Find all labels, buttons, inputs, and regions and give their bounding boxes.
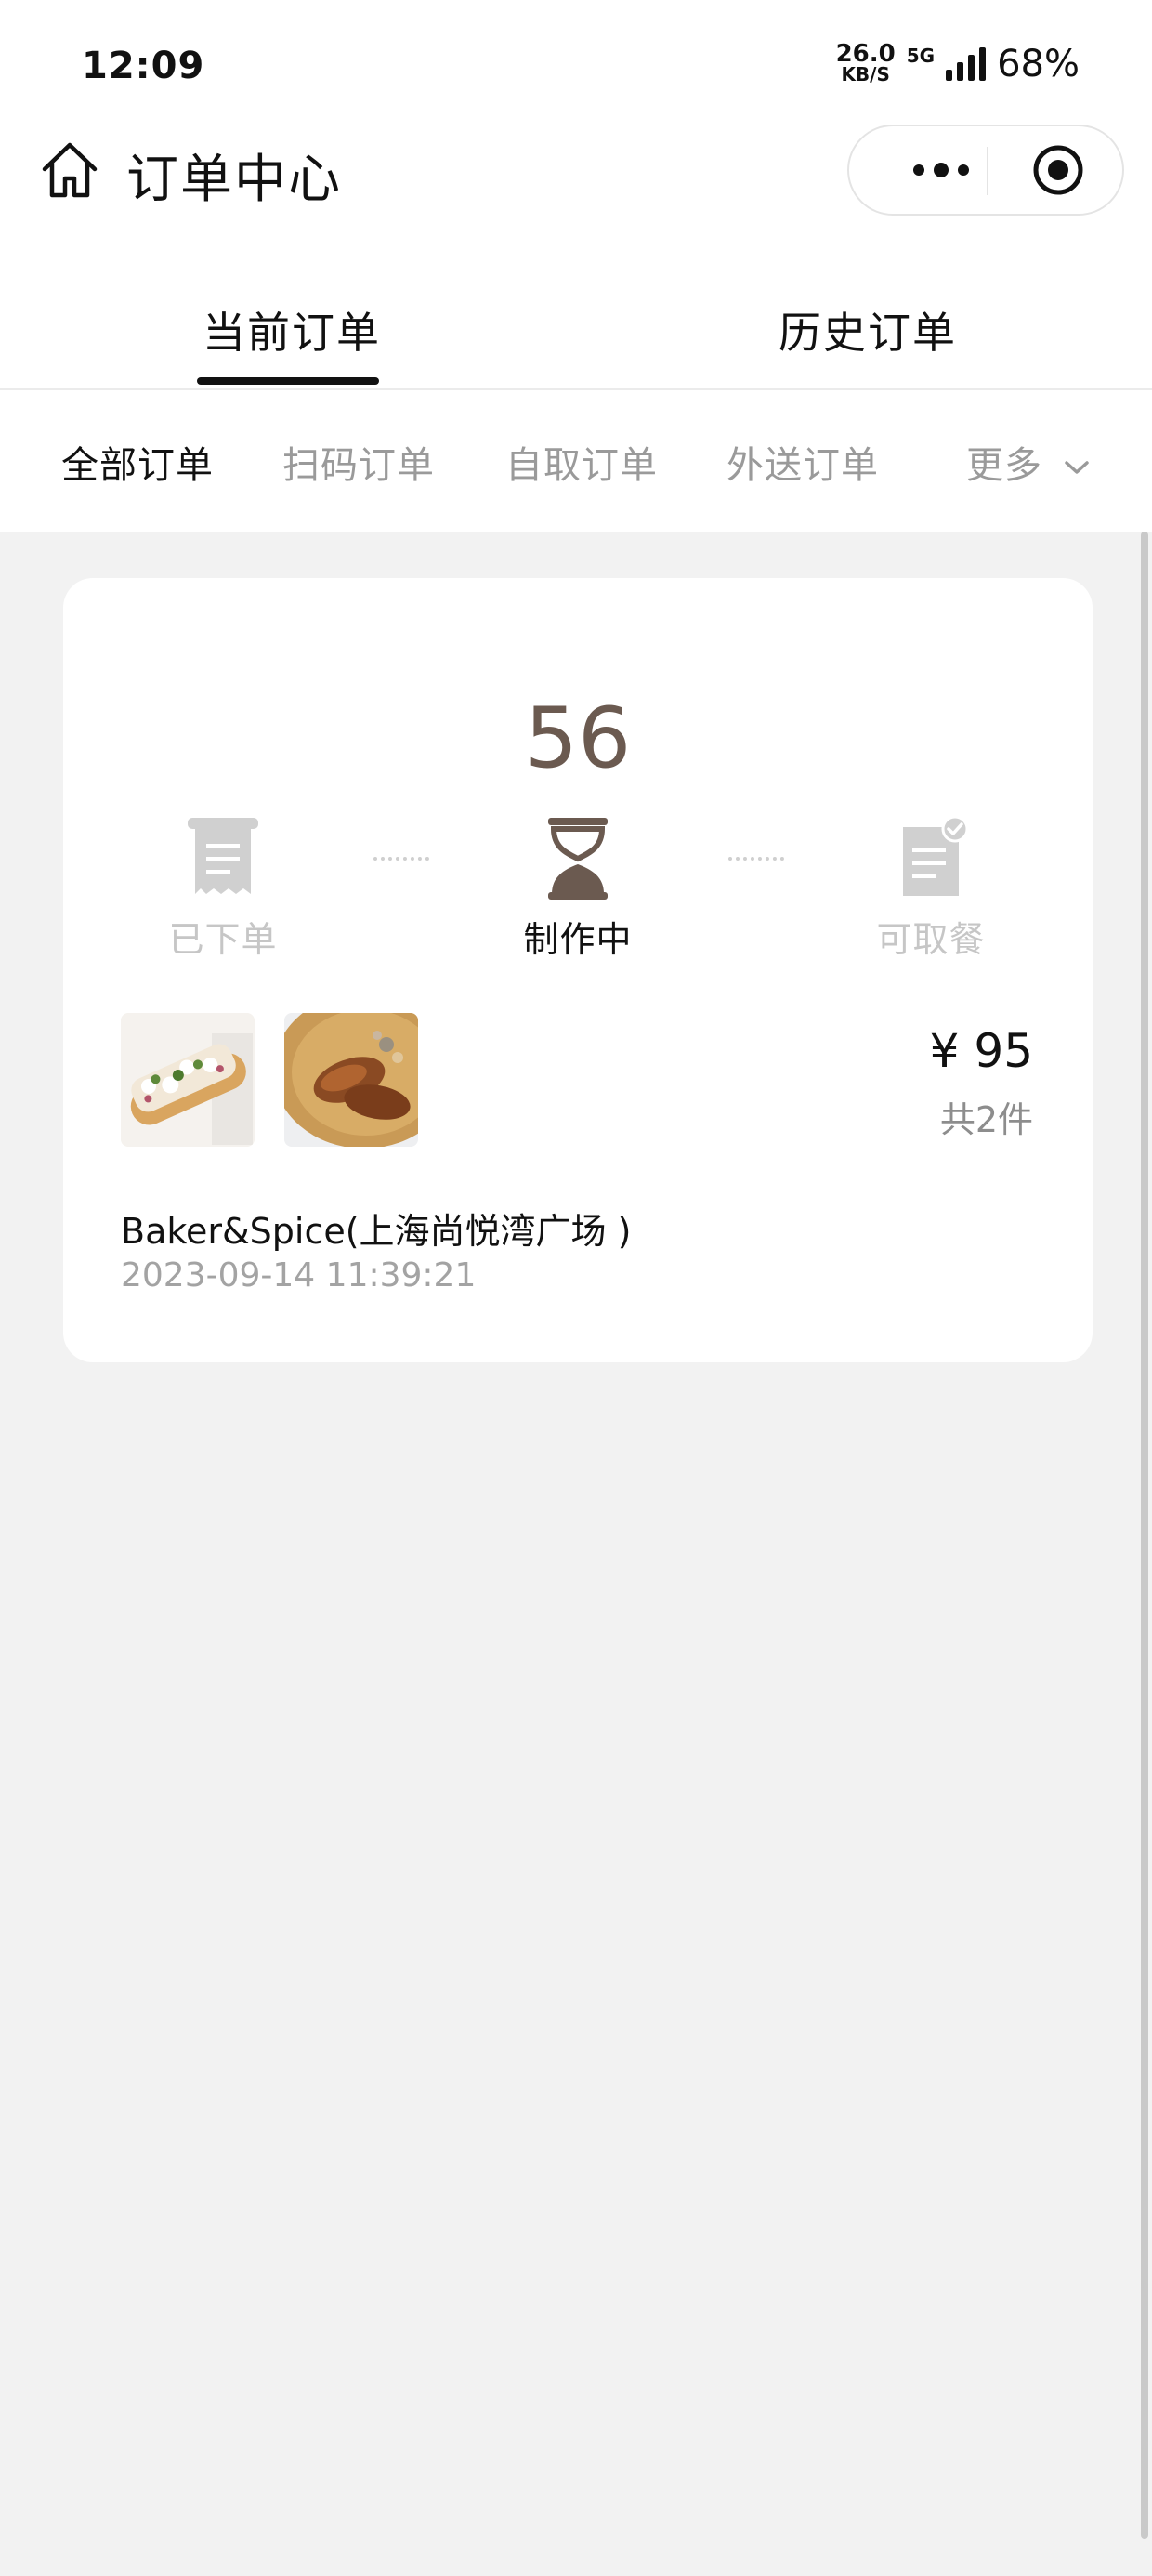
target-circle-icon[interactable] [1031, 143, 1085, 197]
more-dots-icon[interactable] [890, 126, 992, 214]
order-item-count: 共2件 [939, 1099, 1033, 1140]
battery-level: 68% [997, 43, 1080, 85]
filter-more[interactable]: 更多 [966, 435, 1091, 489]
filter-all-orders[interactable]: 全部订单 [61, 435, 214, 489]
receipt-icon [188, 818, 258, 894]
store-name: Baker&Spice(上海尚悦湾广场 ) [121, 1211, 632, 1252]
network-type: 5G [906, 45, 936, 67]
scrollbar[interactable] [1141, 532, 1148, 2539]
step-ready: 可取餐 [838, 816, 1024, 962]
pickup-number: 56 [524, 690, 632, 787]
network-speed-value: 26.0 [835, 40, 896, 68]
step-ready-label: 可取餐 [876, 919, 986, 960]
order-main-tabs: 当前订单 历史订单 [0, 279, 1152, 390]
status-time: 12:09 [82, 45, 205, 87]
step-preparing-label: 制作中 [523, 919, 633, 960]
active-tab-indicator [197, 377, 379, 385]
home-icon[interactable] [37, 138, 102, 203]
network-speed-unit: KB/S [841, 63, 890, 85]
filter-scan-orders[interactable]: 扫码订单 [282, 435, 435, 489]
ready-document-icon [903, 816, 969, 896]
order-item-thumbnails [121, 1013, 418, 1149]
chevron-down-icon [1064, 461, 1089, 474]
order-progress: 已下单 制作中 可取餐 [63, 816, 1093, 974]
order-price: ¥ 95 [929, 1024, 1033, 1078]
network-speed: 26.0 KB/S [835, 40, 896, 85]
order-card[interactable]: 56 已下单 制作中 可取餐 ¥ 95 共2件 Baker&Spice(上海尚悦… [63, 578, 1093, 1362]
tab-history-orders[interactable]: 历史订单 [779, 299, 957, 361]
mini-program-capsule [847, 125, 1124, 216]
filter-pickup-orders[interactable]: 自取订单 [505, 435, 658, 489]
hourglass-icon [548, 818, 608, 900]
filter-more-label: 更多 [966, 444, 1042, 487]
step-preparing: 制作中 [485, 816, 671, 962]
signal-icon [946, 47, 987, 81]
tab-current-orders[interactable]: 当前订单 [203, 299, 381, 361]
step-ordered: 已下单 [130, 816, 316, 962]
progress-dots [728, 857, 784, 861]
filter-delivery-orders[interactable]: 外送订单 [727, 435, 879, 489]
progress-dots [373, 857, 429, 861]
page-title: 订单中心 [126, 150, 342, 210]
header-area: 12:09 26.0 KB/S 5G 68% 订单中心 当前订单 历史订单 全部… [0, 0, 1152, 532]
capsule-divider [987, 147, 988, 195]
status-indicators: 26.0 KB/S 5G 68% [835, 40, 1080, 85]
step-ordered-label: 已下单 [168, 919, 278, 960]
order-time: 2023-09-14 11:39:21 [121, 1256, 477, 1295]
roast-chicken-plate-image [284, 1013, 418, 1147]
toast-plate-image [121, 1013, 255, 1147]
order-filter-bar: 全部订单 扫码订单 自取订单 外送订单 更多 [0, 409, 1152, 511]
